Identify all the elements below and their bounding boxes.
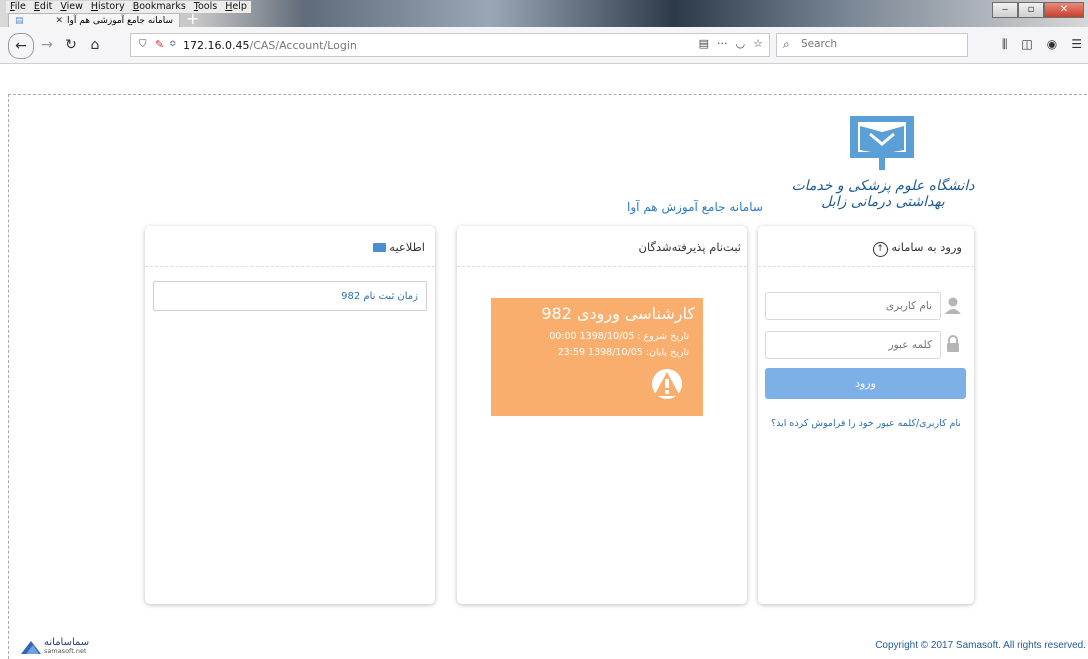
menu-bookmarks[interactable]: Bookmarks xyxy=(133,1,186,13)
close-window-button[interactable]: ✕ xyxy=(1044,2,1084,18)
login-title-text: ورود به سامانه xyxy=(891,240,962,254)
hamburger-menu-icon[interactable]: ☰ xyxy=(1071,37,1082,52)
copyright-text: Copyright © 2017 Samasoft. All rights re… xyxy=(875,640,1086,651)
menu-history[interactable]: History xyxy=(91,1,125,13)
samasoft-logo-icon xyxy=(21,641,41,654)
news-title-text: اطلاعیه xyxy=(389,240,425,254)
search-input[interactable] xyxy=(799,37,963,51)
url-bar[interactable]: ⛉ ✎ ≎ 172.16.0.45/CAS/Account/Login ▤ ··… xyxy=(130,33,770,57)
login-card-title: ورود به سامانه ↑ xyxy=(872,240,962,257)
menu-view[interactable]: View xyxy=(60,1,83,13)
reader-view-icon[interactable]: ▤ xyxy=(699,37,709,50)
page-actions-icon[interactable]: ··· xyxy=(717,37,728,50)
new-tab-button[interactable]: + xyxy=(186,11,200,27)
university-logo xyxy=(850,116,914,170)
url-host: 172.16.0.45 xyxy=(183,39,250,52)
login-card: ورود به سامانه ↑ xyxy=(758,226,974,604)
news-item-text: زمان ثبت نام 982 xyxy=(341,291,418,302)
registration-card-header: ثبت‌نام پذیرفته‌شدگان xyxy=(457,226,747,267)
login-button[interactable]: ورود xyxy=(765,368,966,399)
minimize-button[interactable]: ‒ xyxy=(992,2,1018,18)
registration-start-date: تاریخ شروع : 1398/10/05 00:00 xyxy=(549,331,689,342)
lock-icon xyxy=(947,335,959,352)
samasoft-brand-fa: سماسامانه xyxy=(44,637,90,648)
news-card-title: اطلاعیه xyxy=(372,240,425,254)
permissions-icon[interactable]: ≎ xyxy=(169,39,177,49)
samasoft-logo: سماسامانه samasoft.net xyxy=(20,638,89,656)
registration-announcement-box[interactable]: کارشناسی ورودی 982 تاریخ شروع : 1398/10/… xyxy=(491,298,703,416)
warning-icon xyxy=(652,369,682,399)
menu-help[interactable]: Help xyxy=(225,1,247,13)
account-icon[interactable]: ◉ xyxy=(1047,37,1057,52)
reload-button[interactable]: ↻ xyxy=(60,34,82,56)
url-text[interactable]: 172.16.0.45/CAS/Account/Login xyxy=(183,39,357,52)
sidebar-icon[interactable]: ◫ xyxy=(1021,37,1032,52)
maximize-button[interactable]: ▫ xyxy=(1018,2,1044,18)
pocket-icon[interactable]: ◡ xyxy=(736,37,746,50)
registration-card-title: ثبت‌نام پذیرفته‌شدگان xyxy=(638,240,741,254)
library-icon[interactable]: ⫼ xyxy=(1002,37,1008,52)
password-field[interactable] xyxy=(765,331,941,359)
home-button[interactable]: ⌂ xyxy=(84,34,106,56)
login-card-header: ورود به سامانه ↑ xyxy=(758,226,974,267)
university-name: دانشگاه علوم پزشکی و خدمات بهداشتی درمان… xyxy=(791,178,975,210)
page-favicon-icon: ▤ xyxy=(15,15,24,26)
registration-box-title: کارشناسی ورودی 982 xyxy=(541,304,695,323)
search-box[interactable]: ⌕ xyxy=(776,33,968,57)
samasoft-brand-en: samasoft.net xyxy=(44,647,87,655)
bookmark-star-icon[interactable]: ☆ xyxy=(753,37,763,50)
user-icon xyxy=(945,297,961,314)
system-name: سامانه جامع آموزش هم آوا xyxy=(627,200,763,214)
search-icon: ⌕ xyxy=(783,37,790,51)
menu-file[interactable]: File xyxy=(10,1,26,13)
news-keyboard-icon xyxy=(372,243,386,252)
menu-edit[interactable]: Edit xyxy=(34,1,52,13)
forward-button[interactable]: → xyxy=(36,34,58,56)
tab-title: سامانه جامع آموزشی هم آوا xyxy=(67,15,173,26)
news-list-item[interactable]: زمان ثبت نام 982 xyxy=(153,281,427,311)
username-field[interactable] xyxy=(765,292,941,320)
window-controls: ‒ ▫ ✕ xyxy=(992,2,1084,18)
password-input[interactable] xyxy=(766,332,940,358)
navigation-toolbar: ← → ↻ ⌂ ⛉ ✎ ≎ 172.16.0.45/CAS/Account/Lo… xyxy=(0,27,1088,64)
menu-bar: File Edit View History Bookmarks Tools H… xyxy=(6,1,251,13)
username-input[interactable] xyxy=(766,293,940,319)
forgot-password-link[interactable]: نام کاربری/کلمه عبور خود را فراموش کرده … xyxy=(770,418,962,429)
insecure-lock-icon[interactable]: ✎ xyxy=(155,38,164,51)
registration-end-date: تاریخ پایان: 1398/10/05 23:59 xyxy=(557,347,689,358)
url-path: /CAS/Account/Login xyxy=(249,39,357,52)
back-button[interactable]: ← xyxy=(8,33,34,59)
news-card-header: اطلاعیه xyxy=(145,226,435,267)
login-icon: ↑ xyxy=(872,242,888,257)
tracking-shield-icon[interactable]: ⛉ xyxy=(139,39,147,50)
tab-close-icon[interactable]: ✕ xyxy=(55,16,63,26)
browser-tab[interactable]: ▤ ✕ سامانه جامع آموزشی هم آوا xyxy=(8,13,180,27)
browser-titlebar: File Edit View History Bookmarks Tools H… xyxy=(0,0,1088,27)
